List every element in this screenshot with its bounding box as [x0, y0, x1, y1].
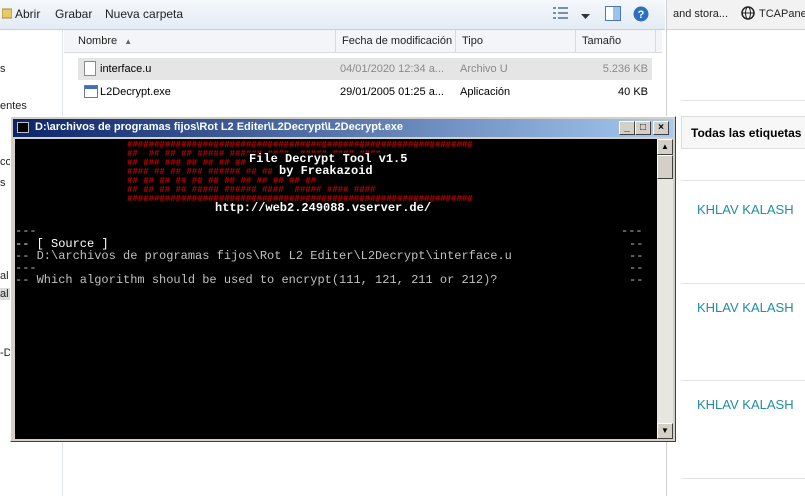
file-name: L2Decrypt.exe — [100, 86, 171, 98]
item-link[interactable]: KHLAV KALASH — [697, 202, 794, 217]
file-size: 40 KB — [618, 86, 648, 98]
divider — [681, 478, 805, 479]
minimize-button[interactable]: _ — [619, 121, 635, 135]
console-window[interactable]: D:\archivos de programas fijos\Rot L2 Ed… — [10, 116, 676, 442]
file-name: interface.u — [100, 63, 152, 75]
column-name[interactable]: Nombre ▲ — [72, 30, 336, 52]
console-title-bar[interactable]: D:\archivos de programas fijos\Rot L2 Ed… — [13, 119, 673, 137]
svg-text:?: ? — [638, 9, 645, 21]
all-tags-heading[interactable]: Todas las etiquetas — [681, 116, 805, 149]
file-row[interactable]: L2Decrypt.exe 29/01/2005 01:25 a... Apli… — [78, 81, 652, 103]
close-button[interactable]: × — [653, 121, 669, 135]
tool-url: http://web2.249088.vserver.de/ — [215, 201, 432, 215]
algorithm-prompt: -- Which algorithm should be used to enc… — [15, 273, 498, 287]
item-link[interactable]: KHLAV KALASH — [697, 397, 794, 412]
nav-item[interactable]: entes — [0, 100, 27, 112]
open-button[interactable]: Abrir — [15, 7, 40, 21]
file-type: Aplicación — [460, 86, 511, 98]
background-web-page: and stora... TCAPane Todas las etiquetas… — [666, 0, 805, 496]
file-row[interactable]: interface.u 04/01/2020 12:34 a... Archiv… — [78, 58, 652, 80]
file-icon — [84, 61, 96, 76]
frame-dashes: --- — [621, 224, 643, 238]
application-icon — [84, 85, 98, 98]
nav-item[interactable]: al ( — [0, 288, 15, 300]
source-path: -- D:\archivos de programas fijos\Rot L2… — [15, 249, 512, 263]
divider — [681, 283, 805, 284]
column-headers: Nombre ▲ Fecha de modificación Tipo Tama… — [64, 30, 662, 53]
vertical-scrollbar[interactable]: ▲ ▼ — [657, 139, 673, 439]
view-options-icon[interactable] — [553, 6, 569, 23]
folder-icon — [1, 7, 13, 22]
bookmark-item[interactable]: and stora... — [673, 8, 728, 20]
scroll-down-icon[interactable]: ▼ — [657, 423, 673, 439]
explorer-toolbar: Abrir Grabar Nueva carpeta ? — [0, 0, 665, 30]
file-date: 29/01/2005 01:25 a... — [340, 86, 444, 98]
divider — [681, 380, 805, 381]
divider — [681, 100, 805, 101]
item-link[interactable]: KHLAV KALASH — [697, 300, 794, 315]
console-title: D:\archivos de programas fijos\Rot L2 Ed… — [35, 121, 404, 133]
chevron-down-icon[interactable] — [581, 9, 590, 23]
console-icon — [17, 122, 29, 133]
scrollbar-thumb[interactable] — [657, 155, 673, 179]
column-name-label: Nombre — [78, 35, 118, 47]
scroll-up-icon[interactable]: ▲ — [657, 139, 673, 155]
nav-item[interactable]: s — [0, 63, 6, 75]
preview-pane-icon[interactable] — [605, 6, 621, 24]
frame-dashes: -- — [629, 273, 644, 287]
column-date[interactable]: Fecha de modificación — [336, 30, 456, 52]
file-date: 04/01/2020 12:34 a... — [340, 63, 444, 75]
sort-ascending-icon: ▲ — [124, 37, 133, 46]
column-size[interactable]: Tamaño — [576, 30, 656, 52]
console-output[interactable]: ########################################… — [15, 139, 657, 439]
banner-author: by Freakazoid — [277, 164, 375, 178]
globe-icon — [741, 6, 755, 23]
new-folder-button[interactable]: Nueva carpeta — [105, 7, 183, 21]
browser-bookmarks-bar: and stora... TCAPane — [667, 0, 805, 30]
help-icon[interactable]: ? — [633, 6, 649, 25]
divider — [681, 180, 805, 181]
column-type[interactable]: Tipo — [456, 30, 576, 52]
frame-dashes: --- — [15, 224, 37, 238]
record-button[interactable]: Grabar — [55, 7, 92, 21]
file-size: 5.236 KB — [602, 63, 648, 75]
maximize-button[interactable]: □ — [635, 121, 651, 135]
bookmark-item[interactable]: TCAPane — [759, 8, 805, 20]
file-type: Archivo U — [460, 63, 508, 75]
nav-item[interactable]: s — [0, 177, 6, 189]
